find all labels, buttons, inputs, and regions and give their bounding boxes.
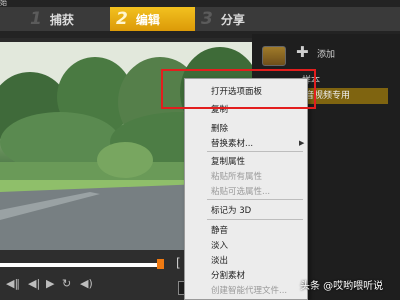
tab-label: 编辑 <box>135 12 160 27</box>
highlight-annotation <box>161 69 316 109</box>
watermark: 头条 @哎哟喂听说 <box>300 281 384 292</box>
scrubber-bar[interactable] <box>0 263 160 267</box>
tab-label: 捕获 <box>49 12 74 27</box>
menu-item-split-clip[interactable]: 分割素材 <box>211 269 245 281</box>
tab-number: 2 <box>116 9 128 29</box>
tab-number: 3 <box>201 9 213 29</box>
menu-separator <box>207 151 303 152</box>
context-menu: 打开选项面板 复制 删除 替换素材... ▶ 复制属性 粘贴所有属性 粘贴可选属… <box>184 78 308 300</box>
folder-icon[interactable] <box>262 46 286 66</box>
menu-item-paste-selected-attributes: 粘贴可选属性... <box>211 187 271 197</box>
menu-item-mark-3d[interactable]: 标记为 3D <box>211 204 251 216</box>
scrubber-handle[interactable] <box>157 259 164 269</box>
volume-icon[interactable]: ◀) <box>80 277 93 290</box>
menu-item-paste-all-attributes: 粘贴所有属性 <box>211 172 263 182</box>
menu-item-copy-attributes[interactable]: 复制属性 <box>211 155 245 167</box>
repeat-icon[interactable]: ↻ <box>62 277 71 290</box>
menu-item-fade-in[interactable]: 淡入 <box>211 239 228 251</box>
add-icon[interactable]: ✚ <box>296 43 309 61</box>
tab-label: 分享 <box>220 12 245 27</box>
menu-item-create-proxy: 创建智能代理文件... <box>211 286 288 296</box>
menu-separator <box>207 199 303 200</box>
menu-item-mute[interactable]: 静音 <box>211 224 228 236</box>
top-bar: 始 1 捕获 2 编辑 3 分享 <box>0 0 400 38</box>
tab-share[interactable]: 3 分享 <box>195 7 400 31</box>
submenu-arrow-icon: ▶ <box>299 139 305 147</box>
step-tabs: 1 捕获 2 编辑 3 分享 <box>0 7 400 31</box>
menu-item-replace-clip[interactable]: 替换素材... <box>211 137 253 149</box>
menu-item-fade-out[interactable]: 淡出 <box>211 254 228 266</box>
mark-in-icon[interactable]: [ <box>176 256 181 270</box>
tab-edit[interactable]: 2 编辑 <box>110 7 195 31</box>
add-label[interactable]: 添加 <box>317 47 335 60</box>
step-back-icon[interactable]: ◀| <box>28 277 40 290</box>
menu-separator <box>207 219 303 220</box>
play-icon[interactable]: ▶ <box>46 277 54 290</box>
tab-number: 1 <box>30 9 42 29</box>
previous-icon[interactable]: ◀‖ <box>6 277 20 290</box>
window-title: 始 <box>0 0 7 6</box>
menu-item-delete[interactable]: 删除 <box>211 122 228 134</box>
tab-capture[interactable]: 1 捕获 <box>0 7 110 31</box>
